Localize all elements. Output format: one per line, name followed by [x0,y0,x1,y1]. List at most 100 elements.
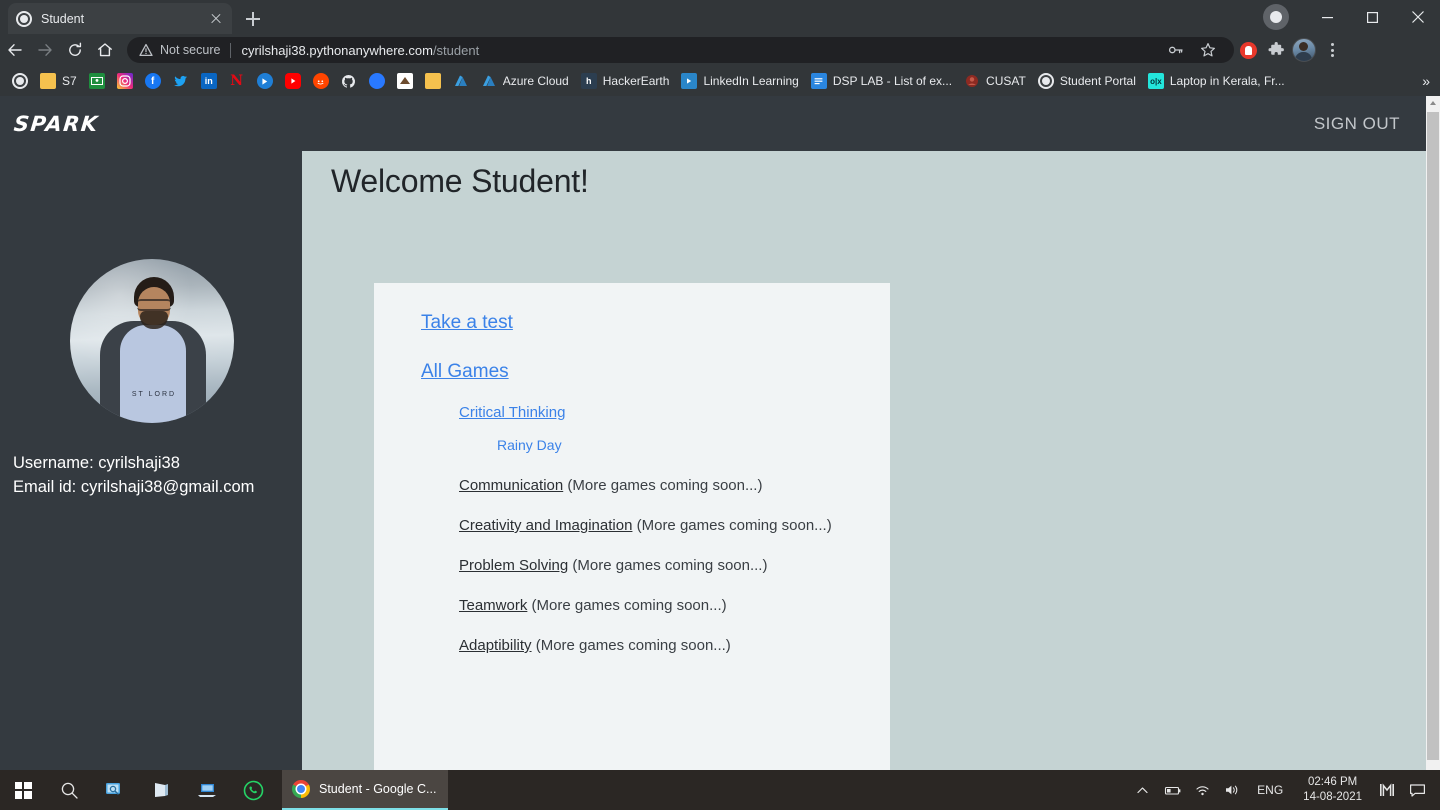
mi-icon[interactable] [1372,770,1402,810]
category-row-creativity: Creativity and Imagination (More games c… [459,517,878,535]
dashboard-card: Take a test All Games Critical Thinking … [374,283,890,770]
url-host: cyrilshaji38.pythonanywhere.com [241,42,433,58]
star-icon[interactable] [1194,36,1222,64]
language-indicator[interactable]: ENG [1247,783,1293,797]
extensions-puzzle-icon[interactable] [1262,36,1290,64]
bookmark-item[interactable] [419,69,447,93]
taskbar-window-label: Student - Google C... [319,782,437,796]
clock[interactable]: 02:46 PM 14-08-2021 [1293,775,1372,805]
critical-thinking-link[interactable]: Critical Thinking [459,404,565,421]
three-dot-menu-icon[interactable] [1318,36,1346,64]
spark-logo[interactable]: SPARK [13,112,100,136]
start-button[interactable] [0,770,46,810]
bookmark-label: DSP LAB - List of ex... [832,74,953,88]
key-icon[interactable] [1162,36,1190,64]
main-content: Welcome Student! Take a test All Games C… [302,151,1426,770]
bookmark-item-student-portal[interactable]: Student Portal [1032,69,1142,93]
bookmark-item[interactable]: f [139,69,167,93]
maximize-button[interactable] [1350,0,1395,34]
bookmark-item-dsp-lab[interactable]: DSP LAB - List of ex... [805,69,958,93]
google-classroom-icon [88,73,105,89]
back-icon[interactable] [0,35,30,65]
home-icon[interactable] [90,35,120,65]
address-bar[interactable]: Not secure cyrilshaji38.pythonanywhere.c… [127,37,1234,63]
sign-out-button[interactable]: SIGN OUT [1314,114,1400,134]
category-row-problem-solving: Problem Solving (More games coming soon.… [459,557,878,575]
bookmark-item[interactable]: N [223,69,251,93]
minimize-button[interactable] [1305,0,1350,34]
bookmark-item[interactable] [391,69,419,93]
wifi-icon[interactable] [1187,770,1217,810]
action-center-icon[interactable] [1402,770,1432,810]
bookmark-item-azure-cloud[interactable]: Azure Cloud [475,69,575,93]
category-note: (More games coming soon...) [531,597,727,614]
bookmark-item[interactable] [6,69,34,93]
store-icon[interactable] [138,770,184,810]
category-name[interactable]: Creativity and Imagination [459,517,632,534]
record-indicator-icon[interactable] [1263,4,1289,30]
bookmark-item[interactable] [335,69,363,93]
bookmark-item-hackerearth[interactable]: h HackerEarth [575,69,676,93]
tab-strip: Student [0,0,1440,34]
rainy-day-link[interactable]: Rainy Day [497,437,562,453]
reload-icon[interactable] [60,35,90,65]
github-icon [341,73,357,89]
category-name[interactable]: Teamwork [459,597,527,614]
scroll-up-arrow-icon[interactable] [1426,96,1440,110]
bookmark-item[interactable] [447,69,475,93]
student-profile-photo: ST LORD [70,259,234,423]
remote-desktop-icon[interactable] [184,770,230,810]
category-name[interactable]: Adaptibility [459,637,532,654]
close-icon[interactable] [208,11,224,27]
take-a-test-link[interactable]: Take a test [421,312,513,334]
bookmark-item[interactable] [279,69,307,93]
category-note: (More games coming soon...) [535,637,731,654]
close-button[interactable] [1395,0,1440,34]
adblock-shield-icon[interactable] [1234,36,1262,64]
task-view-icon[interactable] [92,770,138,810]
category-name[interactable]: Communication [459,477,563,494]
bookmark-item[interactable]: in [195,69,223,93]
olx-icon: o|x [1147,73,1164,89]
clock-date: 14-08-2021 [1303,791,1362,803]
bookmark-item-linkedin-learning[interactable]: LinkedIn Learning [675,69,804,93]
bookmark-item[interactable] [83,69,111,93]
window-controls [1263,0,1440,34]
bookmarks-overflow-button[interactable]: » [1422,73,1440,89]
bookmark-item[interactable] [363,69,391,93]
volume-icon[interactable] [1217,770,1247,810]
twitter-icon [173,73,189,89]
bookmark-label: HackerEarth [602,74,670,88]
bookmark-label: LinkedIn Learning [703,74,799,88]
blue-circle-icon [368,73,385,89]
page-scrollbar[interactable] [1426,96,1440,770]
photo-glasses [137,299,171,311]
category-note: (More games coming soon...) [636,517,832,534]
bookmark-item-cusat[interactable]: CUSAT [958,69,1032,93]
azure-icon [481,73,497,89]
new-tab-button[interactable] [240,6,266,32]
bookmark-item[interactable] [251,69,279,93]
photo-shirt [120,325,186,423]
taskbar-window-chrome[interactable]: Student - Google C... [282,770,449,810]
bookmark-item-s7[interactable]: S7 [34,69,83,93]
reddit-icon [312,73,329,89]
all-games-link[interactable]: All Games [421,361,509,383]
category-name[interactable]: Problem Solving [459,557,568,574]
web-page-viewport: SPARK SIGN OUT ST LORD Username: cyrilsh… [0,96,1440,770]
folder-icon [424,73,441,89]
globe-icon [1037,73,1054,89]
browser-tab-student[interactable]: Student [8,3,232,34]
battery-icon[interactable] [1157,770,1187,810]
search-icon[interactable] [46,770,92,810]
username-line: Username: cyrilshaji38 [13,454,180,472]
profile-avatar-icon[interactable] [1290,36,1318,64]
youtube-icon [284,73,301,89]
scrollbar-thumb[interactable] [1427,112,1439,760]
bookmark-item[interactable] [111,69,139,93]
bookmark-item[interactable] [167,69,195,93]
bookmark-item-olx[interactable]: o|x Laptop in Kerala, Fr... [1142,69,1291,93]
whatsapp-icon[interactable] [230,770,276,810]
show-hidden-icons-chevron-icon[interactable] [1127,770,1157,810]
bookmark-item[interactable] [307,69,335,93]
